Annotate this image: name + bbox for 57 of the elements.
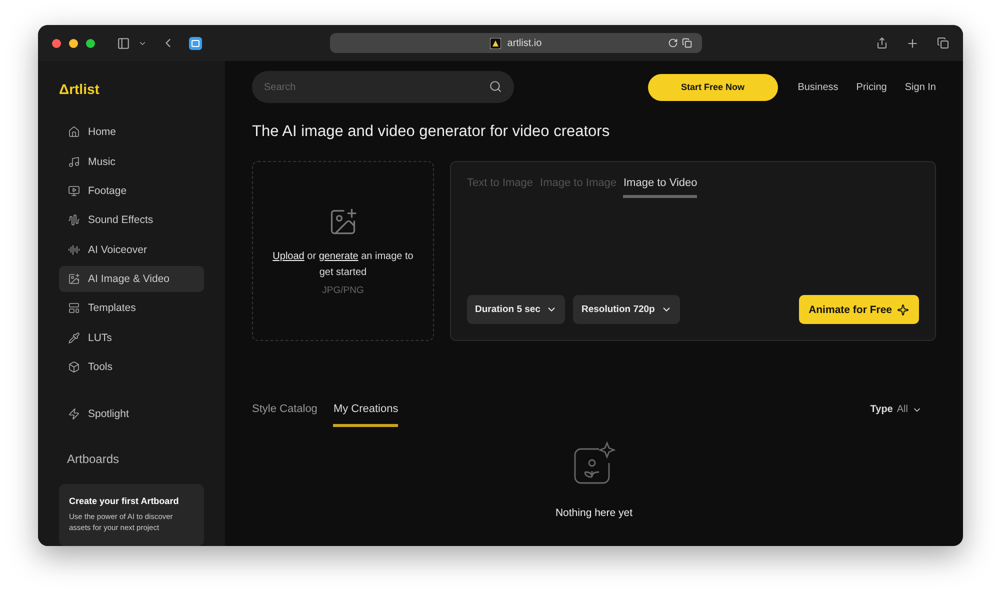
search-field[interactable]: Search bbox=[252, 71, 514, 103]
option-dropdown[interactable]: Resolution 720p bbox=[573, 295, 680, 324]
nav-icon bbox=[68, 214, 80, 226]
page-headline: The AI image and video generator for video creators bbox=[252, 123, 611, 141]
nav-item[interactable]: Footage bbox=[59, 178, 204, 204]
tabs-overview-icon[interactable] bbox=[937, 37, 949, 49]
nav-icon bbox=[68, 273, 80, 286]
section-heading: Artboards bbox=[67, 452, 120, 466]
tab-group-icon[interactable] bbox=[189, 36, 202, 50]
type-filter[interactable]: Type All bbox=[864, 403, 928, 416]
format-hint: JPG/PNG bbox=[322, 284, 364, 296]
nav-item[interactable]: Music bbox=[59, 148, 204, 176]
nav-icon bbox=[68, 126, 80, 138]
nav-link[interactable]: Sign In bbox=[904, 82, 936, 92]
nav-item[interactable]: Spotlight bbox=[59, 400, 204, 428]
close-icon[interactable] bbox=[52, 38, 61, 48]
minimize-icon[interactable] bbox=[69, 38, 78, 48]
search-icon[interactable] bbox=[489, 80, 502, 93]
sparkle-icon bbox=[897, 304, 909, 316]
nav-icon bbox=[68, 244, 80, 256]
mode-tab[interactable]: Image to Video bbox=[623, 177, 698, 198]
upload-prompt: Upload or generate an image to get started bbox=[272, 250, 414, 280]
gallery-tab[interactable]: My Creations bbox=[333, 403, 398, 427]
url-text: artlist.io bbox=[507, 38, 542, 48]
bolt-icon bbox=[68, 408, 80, 420]
nav-item[interactable]: Templates bbox=[59, 294, 204, 322]
option-dropdown[interactable]: Duration 5 sec bbox=[467, 295, 566, 324]
nav-item[interactable]: AI Image & Video bbox=[59, 266, 204, 292]
generate-link[interactable]: generate bbox=[318, 250, 358, 262]
sidebar-icon[interactable] bbox=[117, 36, 130, 50]
upload-dropzone[interactable]: Upload or generate an image to get started JPG/PNG bbox=[252, 161, 434, 341]
maximize-icon[interactable] bbox=[86, 38, 95, 48]
nav-item[interactable]: Home bbox=[59, 119, 204, 146]
share-icon[interactable] bbox=[876, 37, 888, 49]
nav-icon bbox=[68, 361, 80, 374]
nav-link[interactable]: Pricing bbox=[856, 82, 887, 92]
gallery-tab[interactable]: Style Catalog bbox=[252, 403, 318, 427]
nav-item[interactable]: Tools bbox=[59, 354, 204, 380]
nav-icon bbox=[68, 185, 80, 198]
animate-button[interactable]: Animate for Free bbox=[798, 295, 919, 324]
nav-item[interactable]: AI Voiceover bbox=[59, 236, 204, 264]
nav-item[interactable]: LUTs bbox=[59, 324, 204, 352]
nav-icon bbox=[68, 156, 80, 168]
empty-state-text: Nothing here yet bbox=[555, 507, 633, 519]
address-bar[interactable]: artlist.io bbox=[330, 33, 702, 53]
image-plus-icon bbox=[328, 206, 358, 236]
upload-link[interactable]: Upload bbox=[272, 250, 304, 262]
logo[interactable]: Δrtlist bbox=[59, 81, 204, 97]
nav-icon bbox=[68, 332, 80, 344]
card-title: Create your first Artboard bbox=[69, 496, 180, 506]
site-favicon bbox=[490, 38, 502, 48]
nav-link[interactable]: Business bbox=[798, 82, 838, 92]
nav-icon bbox=[68, 302, 80, 314]
new-tab-icon[interactable] bbox=[906, 36, 919, 50]
start-free-button[interactable]: Start Free Now bbox=[648, 74, 778, 100]
reload-icon[interactable] bbox=[668, 38, 678, 48]
nav-item[interactable]: Sound Effects bbox=[59, 206, 204, 234]
